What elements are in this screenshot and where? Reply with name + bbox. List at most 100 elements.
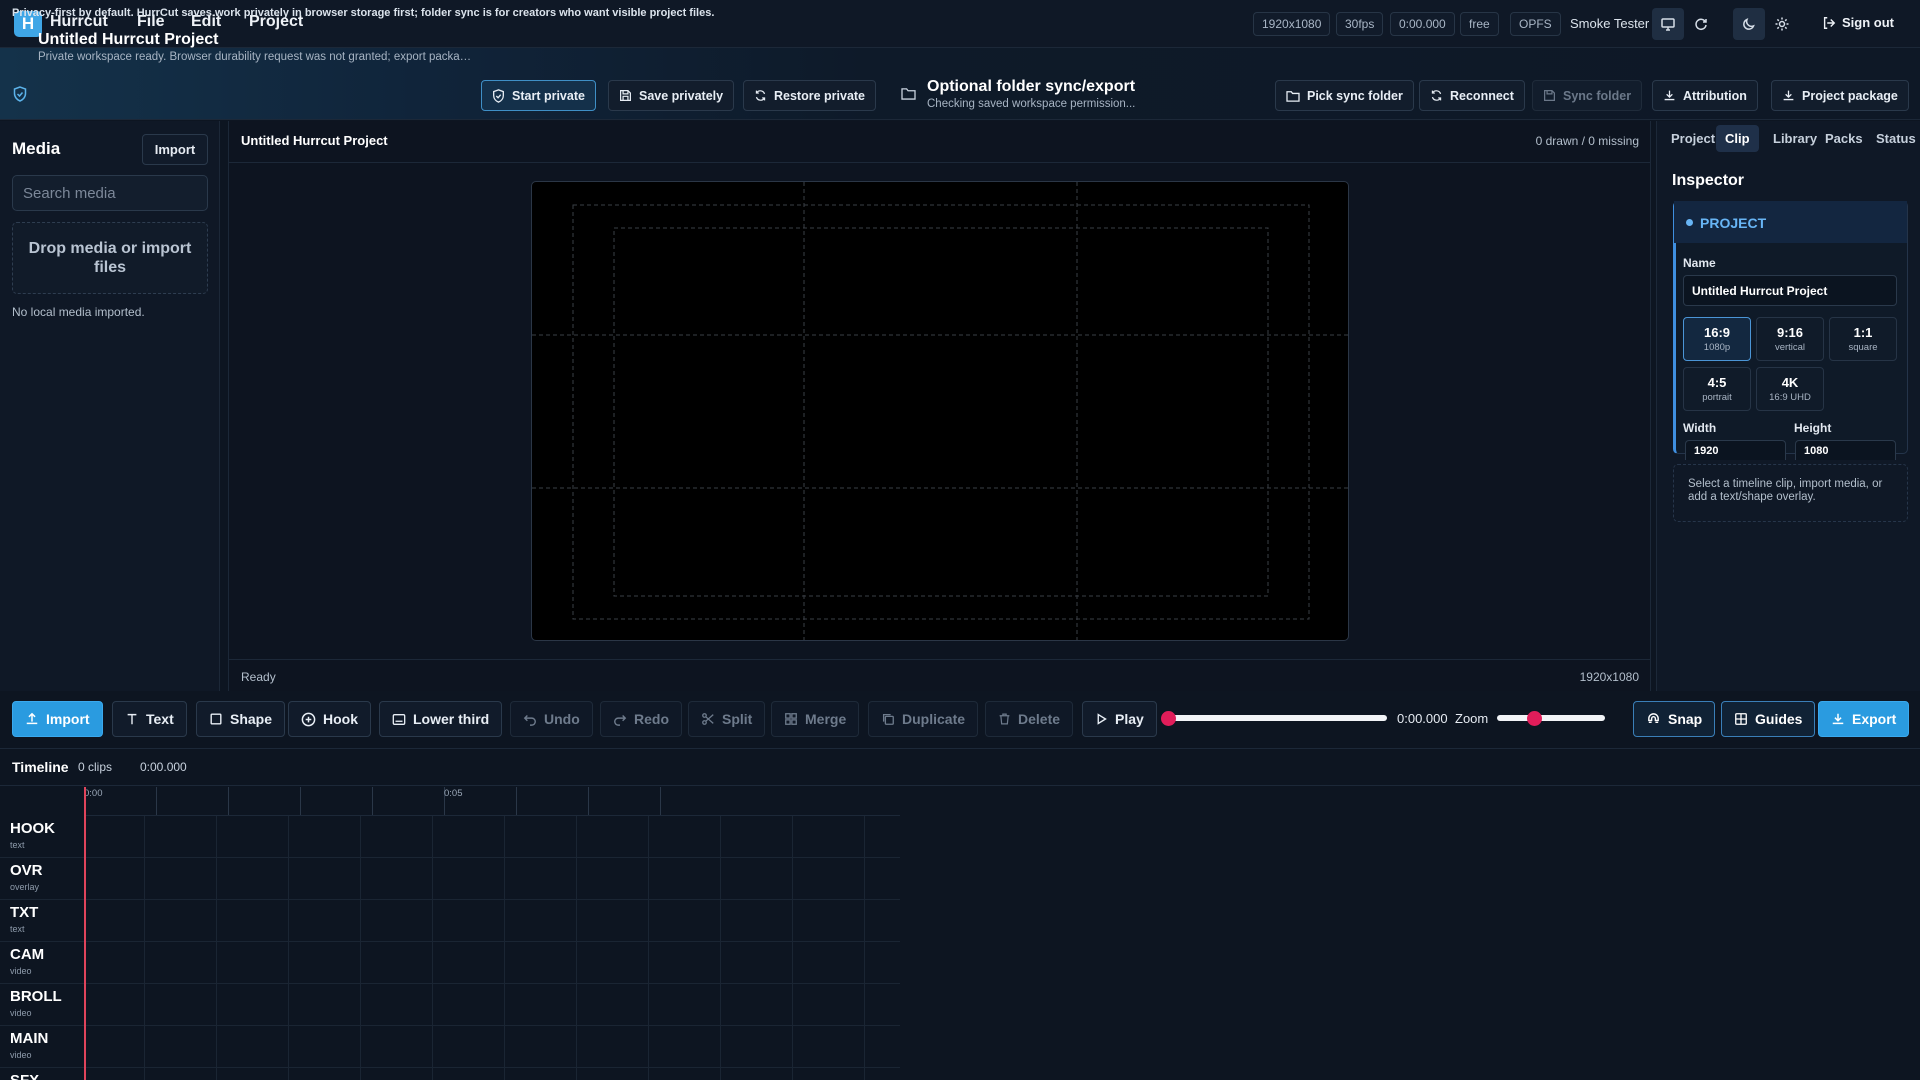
- width-input[interactable]: 1920: [1685, 440, 1786, 460]
- export-button[interactable]: Export: [1818, 701, 1910, 737]
- undo-icon: [523, 715, 536, 726]
- fps-chip: 30fps: [1336, 12, 1384, 36]
- duplicate-button[interactable]: Duplicate: [868, 701, 979, 737]
- delete-label: Delete: [1018, 711, 1061, 727]
- media-import-button[interactable]: Import: [142, 134, 208, 165]
- preset-16-9[interactable]: 16:9 1080p: [1683, 317, 1751, 361]
- preset-4-5[interactable]: 4:5 portrait: [1683, 367, 1751, 411]
- refresh-icon[interactable]: [1685, 8, 1717, 40]
- track-row-main[interactable]: [0, 1026, 900, 1068]
- save-privately-button[interactable]: Save privately: [608, 80, 735, 111]
- status-text: Ready: [241, 670, 276, 684]
- redo-button[interactable]: Redo: [600, 701, 682, 737]
- guides-button[interactable]: Guides: [1721, 701, 1816, 737]
- media-search-input[interactable]: [12, 175, 208, 211]
- plus-circle-icon: [301, 712, 316, 726]
- drawn-count: 0 drawn / 0 missing: [1535, 134, 1639, 148]
- playback-slider[interactable]: [1165, 715, 1387, 721]
- track-row-sfx[interactable]: [0, 1068, 900, 1080]
- sun-icon[interactable]: [1766, 8, 1798, 40]
- playback-slider-handle[interactable]: [1161, 711, 1176, 726]
- safe-area-guides: [532, 182, 1348, 640]
- track-name: OVR: [10, 862, 43, 879]
- timeline-time: 0:00.000: [140, 760, 187, 774]
- tab-project[interactable]: Project: [1671, 131, 1715, 146]
- play-button[interactable]: Play: [1082, 701, 1157, 737]
- download-icon: [1783, 90, 1794, 101]
- attribution-button[interactable]: Attribution: [1652, 80, 1758, 111]
- moon-icon[interactable]: [1733, 8, 1765, 40]
- import-label: Import: [46, 711, 90, 727]
- import-button[interactable]: Import: [12, 701, 103, 737]
- preset-sub: 1080p: [1703, 342, 1731, 353]
- preset-1-1[interactable]: 1:1 square: [1829, 317, 1897, 361]
- project-dot-icon: [1686, 219, 1693, 226]
- stage-title: Untitled Hurrcut Project: [241, 133, 388, 148]
- status-resolution: 1920x1080: [1579, 670, 1639, 684]
- project-name-input[interactable]: [1683, 275, 1897, 306]
- media-title: Media: [12, 139, 61, 158]
- magnet-icon: [1648, 712, 1659, 723]
- snap-button[interactable]: Snap: [1633, 701, 1716, 737]
- resolution-chip: 1920x1080: [1253, 12, 1331, 36]
- shape-button[interactable]: Shape: [196, 701, 286, 737]
- tab-library[interactable]: Library: [1773, 131, 1817, 146]
- zoom-slider-handle[interactable]: [1526, 711, 1542, 726]
- tab-packs[interactable]: Packs: [1825, 131, 1863, 146]
- ruler-tick: [516, 787, 517, 815]
- attribution-label: Attribution: [1683, 88, 1747, 103]
- timeline-ruler[interactable]: [84, 787, 900, 816]
- preset-main: 9:16: [1776, 325, 1804, 340]
- track-row-ovr[interactable]: [0, 858, 900, 900]
- height-label: Height: [1794, 421, 1832, 435]
- lower-third-button[interactable]: Lower third: [379, 701, 503, 737]
- merge-button[interactable]: Merge: [771, 701, 860, 737]
- preset-9-16[interactable]: 9:16 vertical: [1756, 317, 1824, 361]
- restore-private-button[interactable]: Restore private: [743, 80, 877, 111]
- track-row-txt[interactable]: [0, 900, 900, 942]
- sign-out-button[interactable]: Sign out: [1822, 15, 1894, 30]
- track-row-broll[interactable]: [0, 984, 900, 1026]
- stage-header: [228, 121, 1651, 163]
- height-input[interactable]: 1080: [1795, 440, 1896, 460]
- text-button[interactable]: Text: [112, 701, 187, 737]
- playhead[interactable]: [84, 787, 86, 1080]
- preset-4k[interactable]: 4K 16:9 UHD: [1756, 367, 1824, 411]
- tab-status[interactable]: Status: [1876, 131, 1916, 146]
- name-label: Name: [1683, 256, 1716, 270]
- lower-third-icon: [392, 713, 406, 725]
- pick-sync-folder-button[interactable]: Pick sync folder: [1275, 80, 1414, 111]
- square-icon: [210, 713, 222, 725]
- start-private-button[interactable]: Start private: [481, 80, 596, 111]
- folder-icon: [901, 88, 916, 100]
- zoom-slider[interactable]: [1497, 715, 1605, 721]
- undo-button[interactable]: Undo: [510, 701, 593, 737]
- playback-timecode: 0:00.000: [1397, 711, 1448, 726]
- delete-button[interactable]: Delete: [985, 701, 1074, 737]
- preview-canvas[interactable]: [531, 181, 1349, 641]
- ruler-tick: [660, 787, 661, 815]
- preset-sub: square: [1848, 342, 1878, 353]
- preset-main: 16:9: [1703, 325, 1731, 340]
- redo-icon: [614, 715, 627, 726]
- pick-sync-folder-label: Pick sync folder: [1307, 88, 1403, 103]
- shield-check-icon: [13, 86, 27, 102]
- snap-label: Snap: [1668, 711, 1703, 727]
- tab-clip[interactable]: Clip: [1716, 125, 1759, 152]
- track-row-hook[interactable]: [0, 816, 900, 858]
- track-name: MAIN: [10, 1030, 49, 1047]
- media-dropzone[interactable]: Drop media or import files: [12, 222, 208, 294]
- text-label: Text: [146, 711, 174, 727]
- hook-button[interactable]: Hook: [288, 701, 371, 737]
- split-button[interactable]: Split: [688, 701, 766, 737]
- monitor-icon[interactable]: [1652, 8, 1684, 40]
- sync-folder-button[interactable]: Sync folder: [1532, 80, 1643, 111]
- ruler-tick: [300, 787, 301, 815]
- project-package-button[interactable]: Project package: [1771, 80, 1909, 111]
- redo-label: Redo: [634, 711, 669, 727]
- hook-label: Hook: [323, 711, 358, 727]
- preset-sub: 16:9 UHD: [1769, 392, 1811, 403]
- reconnect-button[interactable]: Reconnect: [1419, 80, 1525, 111]
- upload-icon: [26, 712, 38, 725]
- track-row-cam[interactable]: [0, 942, 900, 984]
